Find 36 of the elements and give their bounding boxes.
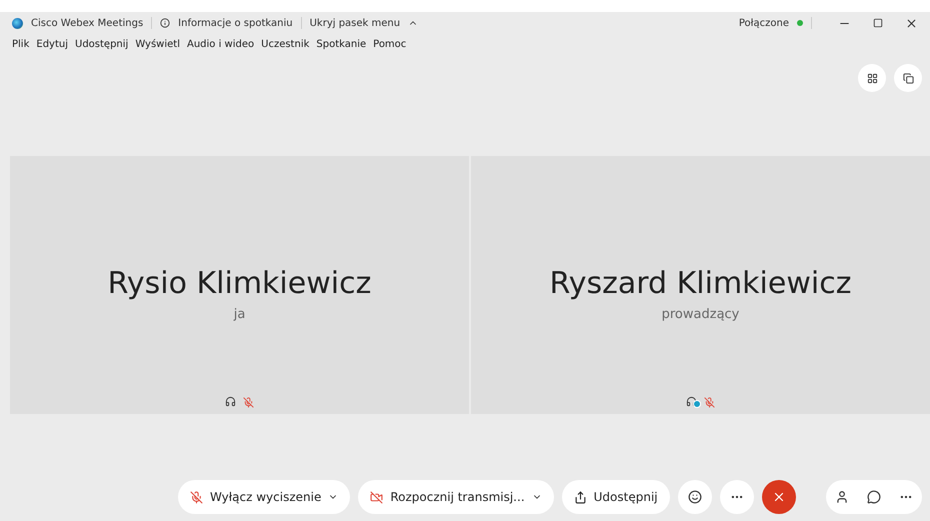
participant-name: Rysio Klimkiewicz [108, 266, 372, 301]
participant-role: ja [234, 307, 246, 322]
menu-item[interactable]: Wyświetl [135, 38, 180, 50]
app-title: Cisco Webex Meetings [31, 18, 144, 28]
status-dot-icon [797, 20, 803, 26]
menu-item[interactable]: Pomoc [373, 38, 406, 50]
hide-menu-link[interactable]: Ukryj pasek menu [310, 18, 400, 28]
chat-icon [867, 490, 881, 504]
menu-item[interactable]: Edytuj [36, 38, 68, 50]
menu-item[interactable]: Audio i wideo [186, 38, 254, 50]
smiley-icon [688, 490, 702, 504]
layers-button[interactable] [894, 64, 922, 92]
maximize-icon[interactable] [873, 18, 883, 28]
mic-off-icon [190, 490, 203, 504]
close-icon[interactable] [905, 16, 918, 30]
participant-role: prowadzący [662, 307, 740, 322]
participant-name: Ryszard Klimkiewicz [550, 266, 852, 301]
video-button[interactable]: Rozpocznij transmisj... [358, 480, 554, 514]
info-icon [160, 18, 170, 28]
menu-item[interactable]: Udostępnij [75, 38, 128, 50]
camera-off-icon [370, 490, 384, 504]
menu-item[interactable]: Uczestnik [261, 38, 310, 50]
mute-button[interactable]: Wyłącz wyciszenie [178, 480, 350, 514]
app-logo-icon [12, 18, 23, 28]
layers-icon [902, 72, 914, 84]
menu-item[interactable]: Plik [12, 38, 30, 50]
person-icon [835, 490, 849, 504]
grid-icon [866, 72, 878, 84]
leave-button[interactable] [762, 480, 796, 514]
share-button[interactable]: Udostępnij [562, 480, 670, 514]
share-icon [574, 490, 587, 504]
menu-item[interactable]: Spotkanie [316, 38, 366, 50]
connection-status: Połączone [738, 18, 789, 28]
meeting-info-link[interactable]: Informacje o spotkaniu [178, 18, 293, 28]
layout-grid-button[interactable] [858, 64, 886, 92]
reactions-button[interactable] [678, 480, 712, 514]
